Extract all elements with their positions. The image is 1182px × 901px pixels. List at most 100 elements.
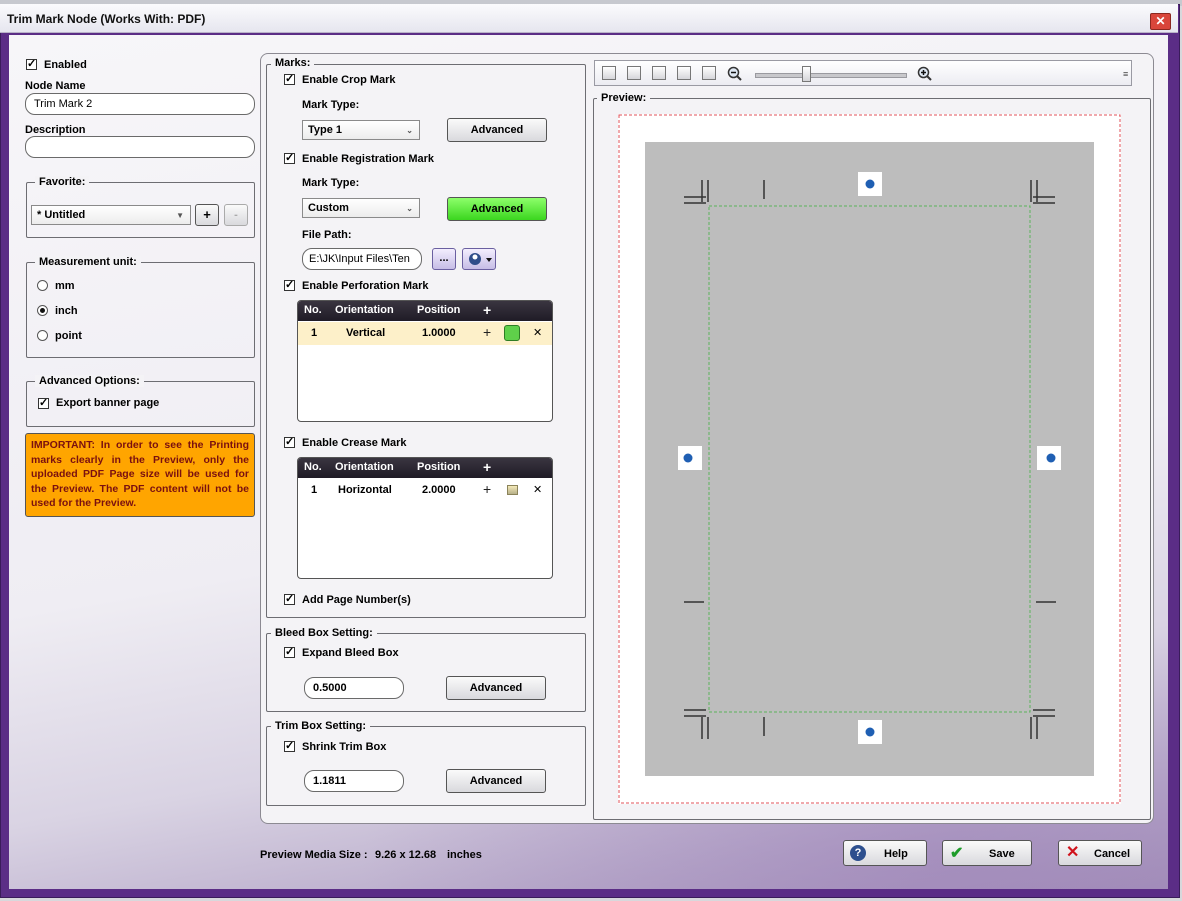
perforation-mark-label: Enable Perforation Mark [302,280,429,292]
enabled-checkbox[interactable]: ✓ [26,59,37,70]
registration-mark-type-value: Custom [308,202,349,214]
measurement-title: Measurement unit: [35,256,141,268]
col-orientation: Orientation [335,461,394,473]
page-numbers-label: Add Page Number(s) [302,594,411,606]
crease-table: No. Orientation Position + 1 Horizontal … [297,457,553,579]
table-row[interactable]: 1 Horizontal 2.0000 + ✕ [298,479,552,502]
preview-toolbar: ≡ [594,60,1132,86]
help-button[interactable]: ? Help [843,840,927,866]
zoom-slider-thumb[interactable] [801,66,811,82]
radio-mm-label: mm [55,280,75,292]
row-orientation: Vertical [346,327,386,339]
expand-bleed-checkbox[interactable]: ✓ [284,647,295,658]
edit-icon[interactable] [507,485,518,495]
expand-bleed-label: Expand Bleed Box [302,647,399,659]
chevron-down-icon: ⌄ [406,126,413,135]
radio-inch[interactable] [37,305,48,316]
trim-value-input[interactable]: 1.1811 [304,770,404,792]
add-favorite-button[interactable]: + [195,204,219,226]
row-position: 1.0000 [422,327,456,339]
browse-button[interactable]: ... [432,248,456,270]
zoom-in-icon[interactable] [917,66,933,82]
crop-mark-type-select[interactable]: Type 1 ⌄ [302,120,420,140]
preview-media [618,114,1121,804]
col-orientation: Orientation [335,304,394,316]
row-no: 1 [311,327,318,339]
perforation-mark-checkbox[interactable]: ✓ [284,280,295,291]
cancel-button[interactable]: ✕ Cancel [1058,840,1142,866]
save-button[interactable]: ✔ Save [942,840,1032,866]
file-path-label: File Path: [302,229,352,241]
edit-icon[interactable] [504,325,520,341]
actual-size-icon[interactable] [702,66,716,80]
registration-mark-type-select[interactable]: Custom ⌄ [302,198,420,218]
description-input[interactable] [25,136,255,158]
file-path-input[interactable]: E:\JK\Input Files\Ten [302,248,422,270]
export-banner-checkbox[interactable]: ✓ [38,398,49,409]
bleed-advanced-button[interactable]: Advanced [446,676,546,700]
node-name-input[interactable]: Trim Mark 2 [25,93,255,115]
col-position: Position [417,461,461,473]
delete-row-button[interactable]: ✕ [533,483,542,496]
col-position: Position [417,304,461,316]
fit-width-icon[interactable] [652,66,666,80]
chevron-down-icon: ▼ [176,211,184,220]
save-label: Save [989,848,1015,860]
table-row[interactable]: 1 Vertical 1.0000 + ✕ [298,322,552,345]
x-icon: ✕ [1066,844,1080,861]
bleed-value-input[interactable]: 0.5000 [304,677,404,699]
file-source-dropdown[interactable] [462,248,496,270]
zoom-out-icon[interactable] [727,66,743,82]
favorite-title: Favorite: [35,176,90,188]
fit-height-icon[interactable] [677,66,691,80]
crop-mark-label: Enable Crop Mark [302,74,396,86]
description-label: Description [25,124,86,136]
crop-mark-checkbox[interactable]: ✓ [284,74,295,85]
registration-advanced-button[interactable]: Advanced [447,197,547,221]
delete-row-button[interactable]: ✕ [533,326,542,339]
col-no: No. [304,304,322,316]
radio-point[interactable] [37,330,48,341]
enabled-label: Enabled [44,59,87,71]
remove-favorite-button[interactable]: - [224,204,248,226]
bleed-box-group [266,633,586,712]
crop-advanced-button[interactable]: Advanced [447,118,547,142]
dialog-client-area: ✓ Enabled Node Name Trim Mark 2 Descript… [9,35,1168,889]
add-perforation-button[interactable]: + [483,302,491,318]
fit-page-icon[interactable] [627,66,641,80]
add-row-button[interactable]: + [483,324,491,340]
zoom-slider-track[interactable] [755,73,907,78]
radio-inch-label: inch [55,305,78,317]
shrink-trim-checkbox[interactable]: ✓ [284,741,295,752]
crease-mark-checkbox[interactable]: ✓ [284,437,295,448]
row-no: 1 [311,484,318,496]
trim-box-group [266,726,586,806]
media-size-value: 9.26 x 12.68 [375,849,437,861]
bleed-box-title: Bleed Box Setting: [271,627,377,639]
help-label: Help [884,848,908,860]
important-note: IMPORTANT: In order to see the Printing … [25,433,255,517]
media-size-unit: inches [447,849,482,861]
radio-point-label: point [55,330,82,342]
shrink-trim-label: Shrink Trim Box [302,741,387,753]
registration-mark-type-label: Mark Type: [302,177,360,189]
user-folder-icon [469,253,492,265]
add-crease-button[interactable]: + [483,459,491,475]
title-bar[interactable]: Trim Mark Node (Works With: PDF) ✕ [0,4,1178,33]
favorite-select[interactable]: * Untitled ▼ [31,205,191,225]
registration-mark-checkbox[interactable]: ✓ [284,153,295,164]
fit-image-icon[interactable] [602,66,616,80]
radio-mm[interactable] [37,280,48,291]
crease-table-header: No. Orientation Position + [298,458,552,478]
help-icon: ? [850,845,866,861]
trim-advanced-button[interactable]: Advanced [446,769,546,793]
crop-mark-type-value: Type 1 [308,124,343,136]
add-row-button[interactable]: + [483,481,491,497]
page-numbers-checkbox[interactable]: ✓ [284,594,295,605]
close-button[interactable]: ✕ [1150,13,1171,30]
cancel-label: Cancel [1094,848,1131,860]
window-title: Trim Mark Node (Works With: PDF) [7,12,206,26]
perforation-table-header: No. Orientation Position + [298,301,552,321]
crop-mark-type-label: Mark Type: [302,99,360,111]
toolbar-overflow-icon[interactable]: ≡ [1123,69,1128,79]
